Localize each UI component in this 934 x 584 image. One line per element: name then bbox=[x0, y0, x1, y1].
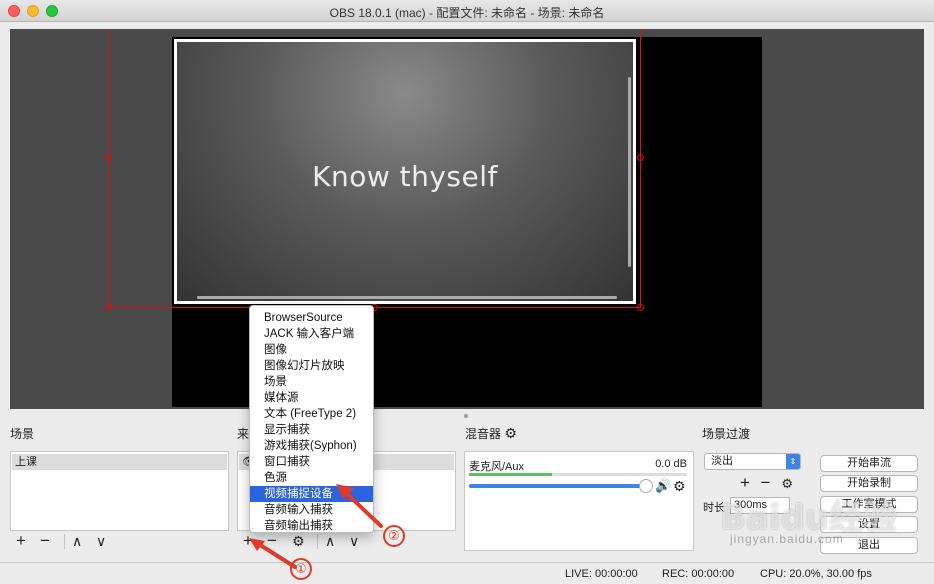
move-source-down-button[interactable]: ∨ bbox=[349, 532, 359, 550]
transition-gear-icon[interactable]: ⚙ bbox=[781, 476, 793, 491]
start-stream-button[interactable]: 开始串流 bbox=[820, 455, 918, 472]
mixer-dock-label: 混音器 ⚙ bbox=[465, 425, 517, 442]
menu-item-display-capture[interactable]: 显示捕获 bbox=[250, 422, 373, 438]
status-bar: LIVE: 00:00:00 REC: 00:00:00 CPU: 20.0%,… bbox=[0, 562, 934, 584]
menu-item-media-source[interactable]: 媒体源 bbox=[250, 390, 373, 406]
move-scene-up-button[interactable]: ∧ bbox=[72, 532, 82, 550]
resize-handle-bottom-right[interactable] bbox=[637, 304, 644, 311]
preview-area[interactable]: Know thyself bbox=[10, 29, 924, 409]
resize-handle-right[interactable] bbox=[637, 154, 644, 161]
gear-icon[interactable]: ⚙ bbox=[504, 425, 517, 441]
remove-scene-button[interactable]: − bbox=[40, 532, 50, 550]
volume-fader-knob[interactable] bbox=[639, 479, 653, 493]
window-title: OBS 18.0.1 (mac) - 配置文件: 未命名 - 场景: 未命名 bbox=[329, 6, 605, 20]
scenes-dock-label: 场景 bbox=[10, 427, 35, 441]
transition-select[interactable]: 淡出 ⇕ bbox=[704, 453, 801, 470]
annotation-arrow-2 bbox=[336, 484, 383, 528]
move-scene-down-button[interactable]: ∨ bbox=[96, 532, 106, 550]
title-bar: OBS 18.0.1 (mac) - 配置文件: 未命名 - 场景: 未命名 bbox=[0, 0, 934, 22]
volume-meter-fill bbox=[469, 473, 552, 476]
toolbar-divider bbox=[317, 534, 318, 549]
mixer-channel-gear-icon[interactable]: ⚙ bbox=[673, 478, 686, 495]
move-source-up-button[interactable]: ∧ bbox=[325, 532, 335, 550]
annotation-step-2: ② bbox=[383, 525, 405, 547]
volume-meter bbox=[469, 473, 687, 476]
mixer-db-value: 0.0 dB bbox=[655, 458, 687, 470]
resize-handle-bottom-left[interactable] bbox=[105, 304, 112, 311]
transition-selected-value: 淡出 bbox=[711, 455, 733, 467]
scenes-list[interactable]: 上课 bbox=[10, 451, 229, 531]
add-scene-button[interactable]: + bbox=[16, 532, 26, 550]
speaker-icon[interactable]: 🔊 bbox=[655, 478, 671, 494]
menu-item-jack-input[interactable]: JACK 输入客户端 bbox=[250, 326, 373, 342]
menu-item-window-capture[interactable]: 窗口捕获 bbox=[250, 454, 373, 470]
mixer-channel-name: 麦克风/Aux bbox=[469, 461, 525, 473]
menu-item-image-slideshow[interactable]: 图像幻灯片放映 bbox=[250, 358, 373, 374]
scenes-toolbar: + − ∧ ∨ bbox=[10, 530, 229, 552]
baidu-watermark-url: jingyan.baidu.com bbox=[730, 532, 844, 546]
chevron-updown-icon: ⇕ bbox=[786, 454, 800, 469]
sources-dock-label: 来 bbox=[237, 427, 250, 441]
menu-item-scene[interactable]: 场景 bbox=[250, 374, 373, 390]
resize-handle-left[interactable] bbox=[105, 154, 112, 161]
menu-item-image[interactable]: 图像 bbox=[250, 342, 373, 358]
menu-item-text-freetype[interactable]: 文本 (FreeType 2) bbox=[250, 406, 373, 422]
live-status: LIVE: 00:00:00 bbox=[565, 568, 638, 580]
cpu-status: CPU: 20.0%, 30.00 fps bbox=[760, 568, 872, 580]
annotation-step-1: ① bbox=[290, 558, 312, 580]
menu-item-game-capture-syphon[interactable]: 游戏捕获(Syphon) bbox=[250, 438, 373, 454]
mixer-label-text: 混音器 bbox=[465, 427, 502, 441]
rec-status: REC: 00:00:00 bbox=[662, 568, 735, 580]
audio-mixer: 麦克风/Aux 0.0 dB 🔊 ⚙ bbox=[464, 451, 694, 551]
source-selection-box[interactable] bbox=[108, 29, 641, 308]
splitter-handle[interactable] bbox=[464, 414, 468, 418]
transitions-dock-label: 场景过渡 bbox=[702, 427, 751, 441]
scene-item[interactable]: 上课 bbox=[12, 454, 227, 470]
volume-fader-fill bbox=[469, 484, 642, 488]
toolbar-divider bbox=[64, 534, 65, 549]
volume-fader[interactable] bbox=[469, 484, 647, 488]
menu-item-browser-source[interactable]: BrowserSource bbox=[250, 310, 373, 326]
